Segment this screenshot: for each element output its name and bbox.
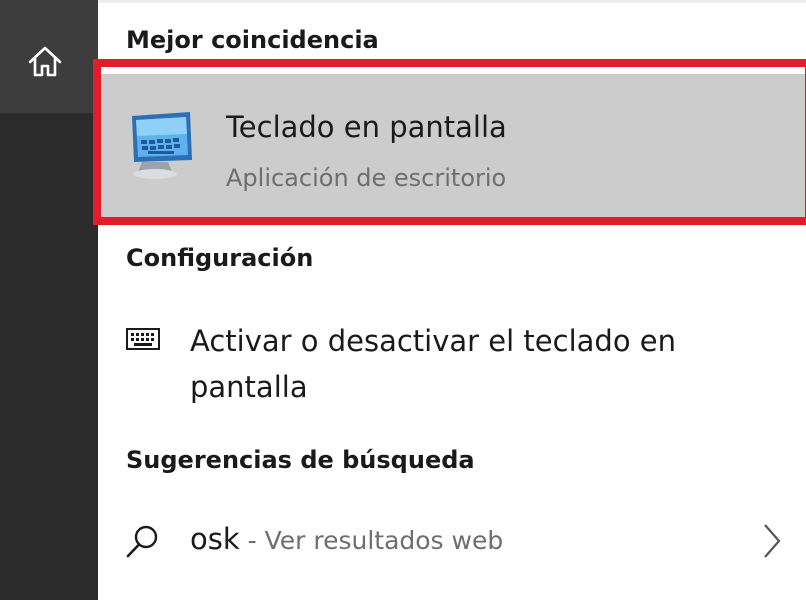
- monitor-keyboard-icon: [132, 112, 192, 179]
- results-panel: Mejor coincidencia Teclado en pantalla A…: [93, 0, 806, 600]
- search-icon: [126, 525, 158, 558]
- setting-onscreen-keyboard[interactable]: Activar o desactivar el teclado en panta…: [98, 300, 806, 410]
- best-match-title: Teclado en pantalla: [226, 110, 507, 144]
- section-title-suggestions: Sugerencias de búsqueda: [126, 446, 475, 474]
- bottom-edge: [98, 590, 806, 600]
- home-icon: [28, 46, 62, 77]
- setting-label: Activar o desactivar el teclado en panta…: [190, 324, 677, 404]
- section-title-best-match: Mejor coincidencia: [126, 26, 379, 54]
- best-match-result[interactable]: [98, 74, 806, 225]
- home-button[interactable]: [0, 0, 98, 113]
- search-suggestion-item[interactable]: osk - Ver resultados web: [98, 508, 806, 578]
- best-match-subtitle: Aplicación de escritorio: [226, 164, 507, 192]
- divider: [98, 0, 806, 3]
- section-title-settings: Configuración: [126, 244, 314, 272]
- search-results-window: Mejor coincidencia Teclado en pantalla A…: [0, 0, 806, 600]
- chevron-right-icon[interactable]: [762, 522, 782, 560]
- left-rail: [0, 0, 98, 600]
- suggestion-query: osk: [190, 522, 240, 556]
- suggestion-hint: - Ver resultados web: [239, 526, 504, 555]
- suggestion-text: osk - Ver resultados web: [190, 522, 503, 556]
- keyboard-icon: [126, 328, 160, 350]
